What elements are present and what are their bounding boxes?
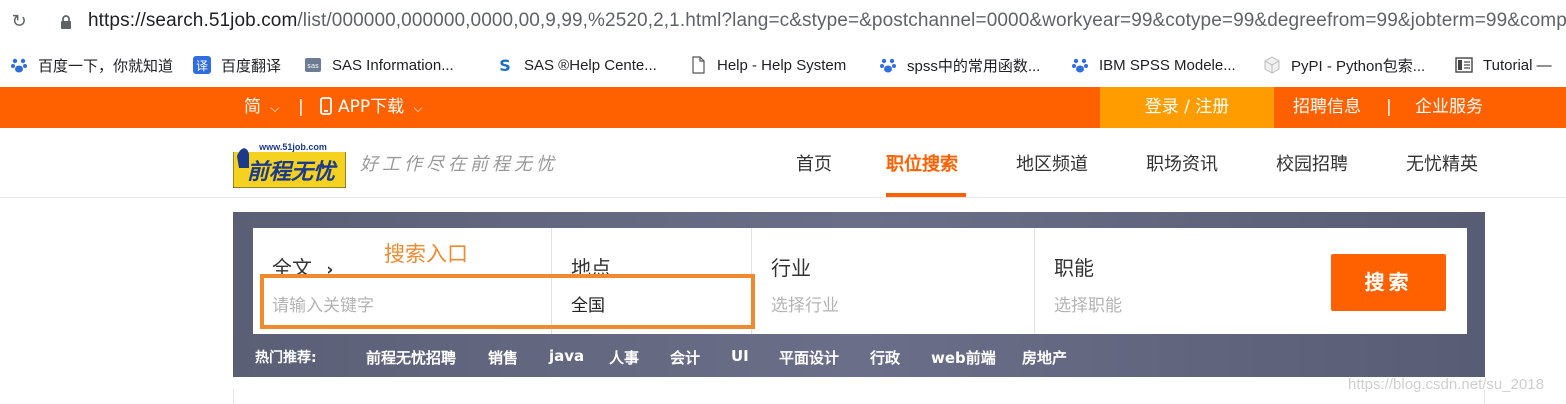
reload-icon[interactable]: ↻ [8, 11, 30, 33]
bookmark-label: 百度一下，你就知道 [38, 57, 174, 75]
chevron-down-icon: ⌵ [270, 101, 280, 115]
hot-item-real-estate[interactable]: 房地产 [1022, 347, 1067, 368]
bookmark-sas-information[interactable]: sas SAS Information... [304, 54, 454, 76]
page-icon [692, 56, 705, 74]
app-download[interactable]: APP下载 ⌵ [320, 87, 423, 128]
hot-item-sales[interactable]: 销售 [488, 347, 518, 368]
nav-region-channel[interactable]: 地区频道 [1016, 150, 1088, 176]
hot-item-accounting[interactable]: 会计 [670, 347, 700, 368]
search-button[interactable]: 搜索 [1331, 254, 1446, 311]
industry-select[interactable]: 选择行业 [771, 291, 839, 316]
bookmark-pypi[interactable]: PyPI - Python包索... [1263, 54, 1425, 76]
bookmark-label: spss中的常用函数... [907, 57, 1041, 75]
watermark: https://blog.csdn.net/su_2018 [1348, 376, 1544, 393]
paw-icon [1072, 58, 1088, 73]
top-strip: 简 ⌵ | APP下载 ⌵ 登录 / 注册 招聘信息 | 企业服务 [0, 87, 1566, 128]
nav-home[interactable]: 首页 [796, 150, 832, 176]
hot-recommend-label: 热门推荐: [255, 350, 317, 366]
chevron-down-icon: ⌵ [413, 101, 423, 115]
cube-icon [1264, 56, 1280, 74]
bookmark-label: Tutorial — [1483, 56, 1552, 74]
function-label: 职能 [1054, 256, 1094, 280]
language-switch[interactable]: 简 ⌵ [244, 87, 280, 128]
content-area [233, 390, 1485, 404]
svg-text:S: S [499, 56, 511, 74]
url-path: /list/000000,000000,0000,00,9,99,%2520,2… [297, 10, 1566, 31]
site-header: www.51job.com 前程无忧 好工作尽在前程无忧 首页 职位搜索 地区频… [0, 128, 1566, 198]
lock-icon[interactable] [58, 14, 74, 30]
bookmark-help-system[interactable]: Help - Help System [689, 54, 846, 76]
s-icon: S [499, 56, 511, 74]
paw-icon [880, 58, 896, 73]
nav-career-news[interactable]: 职场资讯 [1146, 150, 1218, 176]
translate-icon: 译 [193, 56, 211, 74]
separator: | [298, 97, 304, 117]
logo-text: 前程无忧 [247, 159, 338, 185]
url-field[interactable]: https://search.51job.com/list/000000,000… [88, 10, 1566, 32]
jobs-info-link[interactable]: 招聘信息 [1293, 87, 1361, 128]
app-download-label: APP下载 [338, 97, 405, 117]
function-select[interactable]: 选择职能 [1054, 291, 1122, 316]
bookmark-ibm-spss[interactable]: IBM SPSS Modele... [1071, 54, 1236, 76]
bookmark-baidu-translate[interactable]: 译 百度翻译 [193, 54, 281, 76]
hot-item-hr[interactable]: 人事 [609, 347, 639, 368]
language-label: 简 [244, 97, 261, 117]
hot-item-ui[interactable]: UI [731, 347, 749, 365]
bookmarks-bar: 百度一下，你就知道 译 百度翻译 sas SAS Information... … [0, 44, 1566, 84]
svg-text:sas: sas [307, 62, 319, 70]
nav-job-search[interactable]: 职位搜索 [886, 150, 958, 176]
bookmark-label: SAS ®Help Cente... [524, 56, 657, 74]
annotation-highlight-box [260, 274, 755, 329]
bookmark-sas-help[interactable]: S SAS ®Help Cente... [496, 54, 657, 76]
site-logo[interactable]: www.51job.com 前程无忧 [232, 138, 347, 189]
phone-icon [320, 97, 332, 115]
bookmark-baidu[interactable]: 百度一下，你就知道 [10, 54, 173, 76]
bookmark-label: PyPI - Python包索... [1291, 57, 1426, 75]
nav-campus-recruitment[interactable]: 校园招聘 [1276, 150, 1348, 176]
paw-icon [11, 58, 27, 73]
url-host: https://search.51job.com [88, 10, 298, 31]
sas-icon: sas [305, 58, 321, 72]
bookmark-label: SAS Information... [332, 56, 454, 74]
bookmark-tutorial[interactable]: Tutorial — [1455, 54, 1552, 76]
bookmark-label: 百度翻译 [221, 57, 282, 75]
logo-url: www.51job.com [258, 142, 327, 152]
address-bar: ↻ https://search.51job.com/list/000000,0… [0, 0, 1566, 44]
bookmark-label: IBM SPSS Modele... [1099, 56, 1236, 74]
column-divider [1034, 228, 1035, 334]
slogan: 好工作尽在前程无忧 [360, 154, 558, 175]
annotation-label: 搜索入口 [384, 242, 468, 266]
industry-label: 行业 [771, 256, 811, 280]
bookmark-label: Help - Help System [717, 56, 847, 74]
logo-graphic: www.51job.com 前程无忧 [232, 142, 347, 189]
nav-active-indicator [886, 193, 966, 197]
hot-item-admin[interactable]: 行政 [870, 347, 900, 368]
book-icon [1455, 57, 1473, 73]
separator: | [1386, 97, 1392, 117]
hot-item-web-frontend[interactable]: web前端 [931, 347, 996, 368]
hot-item-graphic-design[interactable]: 平面设计 [779, 347, 839, 368]
hot-item-51job[interactable]: 前程无忧招聘 [366, 347, 456, 368]
svg-text:译: 译 [196, 59, 208, 73]
nav-elite[interactable]: 无忧精英 [1406, 150, 1478, 176]
login-register-link[interactable]: 登录 / 注册 [1100, 87, 1274, 128]
hot-item-java[interactable]: java [549, 347, 584, 365]
bookmark-spss-functions[interactable]: spss中的常用函数... [879, 54, 1040, 76]
enterprise-service-link[interactable]: 企业服务 [1415, 87, 1483, 128]
